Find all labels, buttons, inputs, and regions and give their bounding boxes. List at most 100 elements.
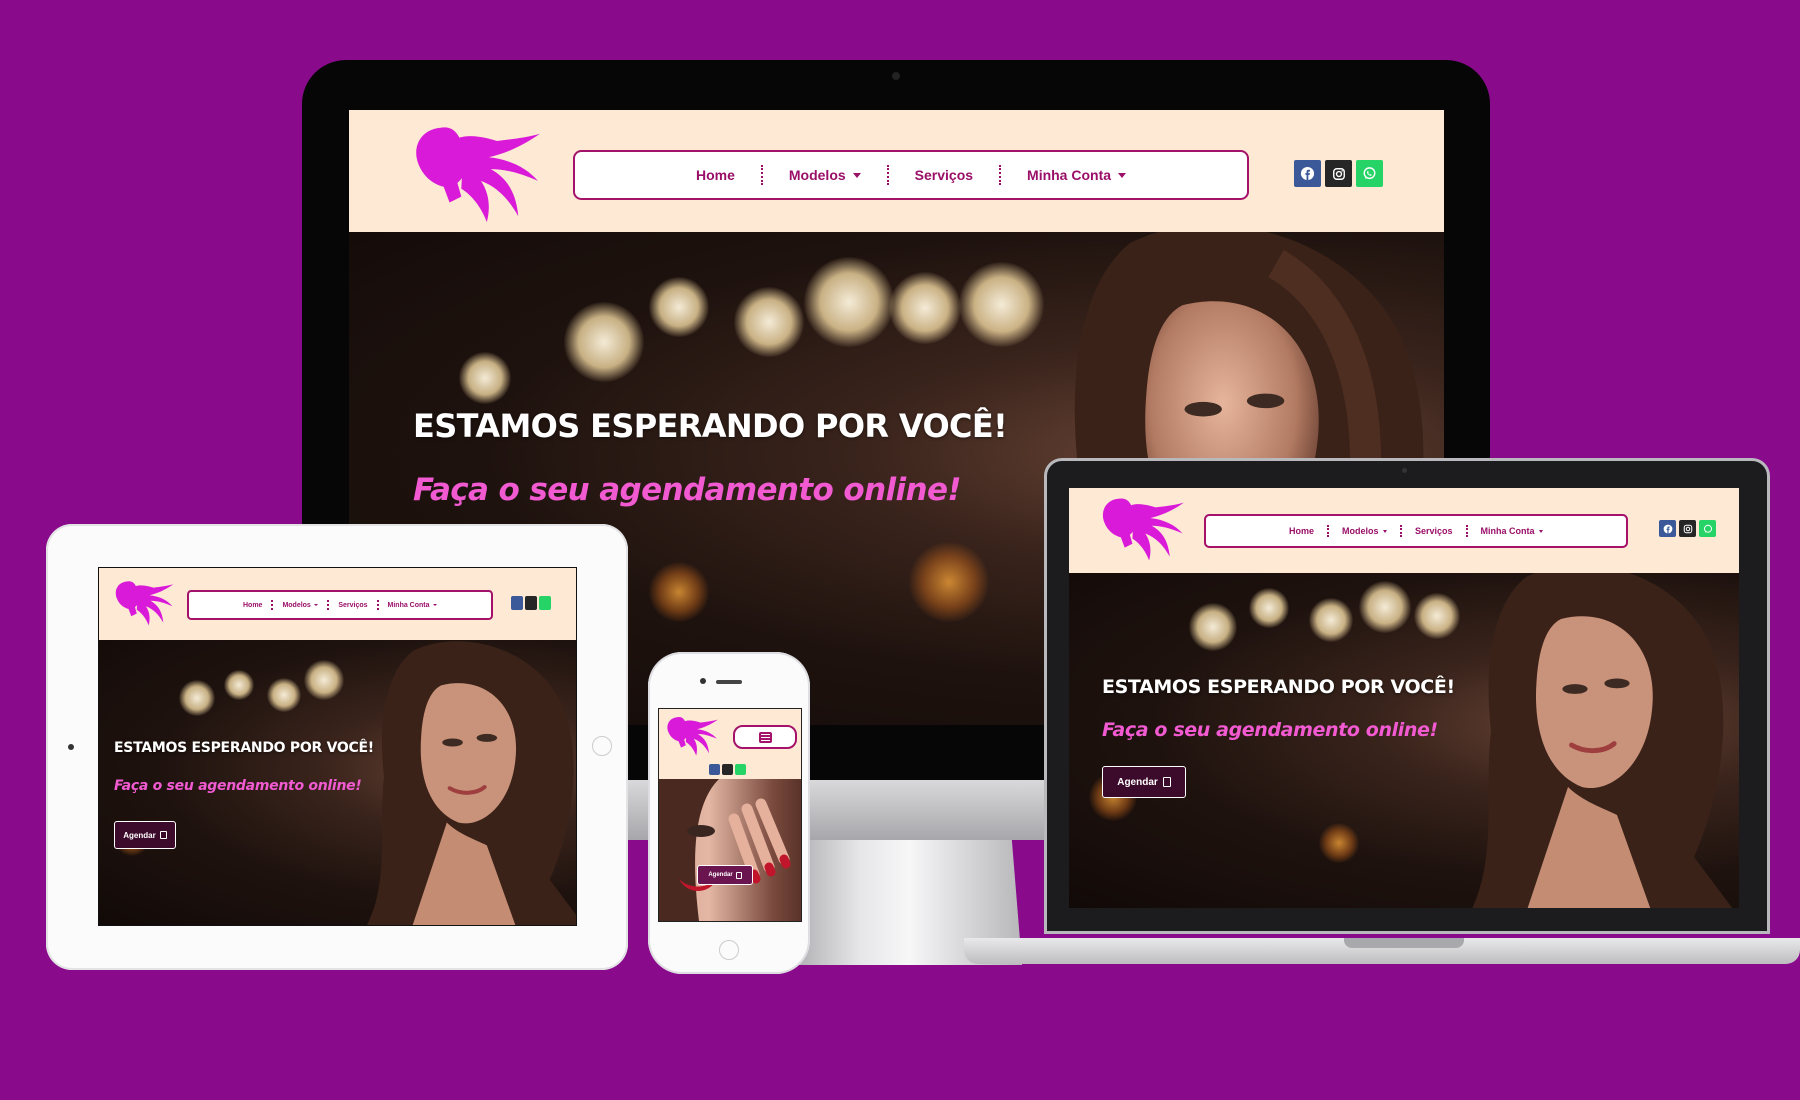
agendar-button[interactable]: Agendar (697, 865, 753, 885)
instagram-icon[interactable] (525, 596, 537, 610)
nav-minha-conta[interactable]: Minha Conta (1468, 526, 1557, 536)
bokeh-light (649, 277, 709, 337)
model-portrait-image (659, 779, 791, 921)
hero-banner: ESTAMOS ESPERANDO POR VOCÊ! Faça o seu a… (1069, 573, 1739, 908)
nav-servicos[interactable]: Serviços (329, 602, 376, 609)
phone: Agendar (648, 652, 810, 974)
logo-woman-silhouette-icon (1102, 498, 1184, 561)
bokeh-light (1359, 581, 1411, 633)
nav-servicos-label: Serviços (1415, 526, 1453, 536)
nav-home[interactable]: Home (1276, 526, 1327, 536)
nav-home-label: Home (695, 167, 735, 183)
social-links (1294, 160, 1383, 187)
logo-woman-silhouette-icon (115, 581, 174, 626)
nav-home[interactable]: Home (670, 167, 761, 183)
hero-subtitle: Faça o seu agendamento online! (1102, 719, 1438, 741)
laptop-screen: Home Modelos Serviços Minha Conta ESTAMO… (1069, 488, 1739, 908)
main-nav: Home Modelos Serviços Minha Conta (1204, 514, 1628, 548)
bokeh-light (1189, 603, 1237, 651)
social-links (511, 596, 551, 610)
hero-subtitle: Faça o seu agendamento online! (114, 778, 362, 794)
bokeh-light (1309, 598, 1353, 642)
agendar-button[interactable]: Agendar (1102, 766, 1186, 798)
website-tablet: Home Modelos Serviços Minha Conta ESTAMO… (99, 568, 576, 925)
bokeh-light (1249, 588, 1289, 628)
hero-subtitle: Faça o seu agendamento online! (413, 472, 962, 508)
nav-servicos[interactable]: Serviços (889, 167, 999, 183)
bokeh-light (224, 670, 254, 700)
site-header (659, 709, 801, 761)
nav-minha-conta[interactable]: Minha Conta (1001, 167, 1152, 183)
tablet-home-button[interactable] (592, 736, 612, 756)
facebook-icon[interactable] (1294, 160, 1321, 187)
logo-woman-silhouette-icon (416, 127, 540, 223)
chevron-down-icon (852, 172, 861, 178)
document-icon (1162, 777, 1171, 787)
bokeh-light (564, 302, 644, 382)
bokeh-light (304, 660, 344, 700)
laptop-hinge-notch (1344, 938, 1464, 948)
model-portrait-image (367, 641, 576, 925)
instagram-icon[interactable] (722, 764, 733, 775)
hero-title: ESTAMOS ESPERANDO POR VOCÊ! (114, 740, 374, 756)
chevron-down-icon (1383, 529, 1387, 533)
agendar-button-label: Agendar (708, 872, 733, 878)
tablet-screen: Home Modelos Serviços Minha Conta ESTAMO… (98, 567, 577, 926)
site-header: Home Modelos Serviços Minha Conta (349, 110, 1444, 232)
laptop: Home Modelos Serviços Minha Conta ESTAMO… (964, 458, 1800, 978)
phone-home-button[interactable] (719, 940, 739, 960)
hero-title: ESTAMOS ESPERANDO POR VOCÊ! (413, 407, 1008, 445)
monitor-camera (892, 72, 900, 80)
mobile-social-bar (659, 761, 801, 779)
agendar-button-label: Agendar (1117, 776, 1158, 788)
model-portrait-image (1472, 573, 1733, 908)
social-links (709, 764, 746, 775)
instagram-icon[interactable] (1325, 160, 1352, 187)
bokeh-light (267, 678, 301, 712)
nav-modelos-label: Modelos (1341, 526, 1379, 536)
whatsapp-icon[interactable] (1356, 160, 1383, 187)
whatsapp-icon[interactable] (1699, 520, 1716, 537)
hero-banner: ESTAMOS ESPERANDO POR VOCÊ! Faça o seu a… (99, 640, 576, 925)
chevron-down-icon (314, 604, 319, 606)
nav-minha-conta[interactable]: Minha Conta (379, 602, 447, 609)
nav-modelos-label: Modelos (282, 601, 311, 609)
nav-minha-conta-label: Minha Conta (1480, 526, 1535, 536)
bokeh-light (459, 352, 511, 404)
facebook-icon[interactable] (709, 764, 720, 775)
nav-servicos[interactable]: Serviços (1402, 526, 1466, 536)
nav-servicos-label: Serviços (914, 167, 974, 183)
hamburger-icon[interactable] (758, 731, 772, 743)
main-nav: Home Modelos Serviços Minha Conta (573, 150, 1249, 200)
bokeh-light (179, 680, 215, 716)
facebook-icon[interactable] (511, 596, 523, 610)
website-laptop: Home Modelos Serviços Minha Conta ESTAMO… (1069, 488, 1739, 908)
tablet-camera (68, 744, 74, 750)
whatsapp-icon[interactable] (539, 596, 551, 610)
laptop-camera (1402, 468, 1407, 473)
website-phone: Agendar (659, 709, 801, 921)
agendar-button[interactable]: Agendar (114, 821, 176, 849)
nav-modelos[interactable]: Modelos (1329, 526, 1400, 536)
site-header: Home Modelos Serviços Minha Conta (1069, 488, 1739, 573)
document-icon (735, 871, 742, 879)
whatsapp-icon[interactable] (735, 764, 746, 775)
chevron-down-icon (1118, 172, 1127, 178)
nav-modelos[interactable]: Modelos (763, 167, 887, 183)
hero-banner: Agendar (659, 779, 801, 921)
facebook-icon[interactable] (1659, 520, 1676, 537)
nav-servicos-label: Serviços (338, 601, 368, 609)
nav-modelos-label: Modelos (788, 167, 846, 183)
phone-camera (700, 678, 706, 684)
agendar-button-label: Agendar (123, 830, 156, 840)
bokeh-light (889, 272, 961, 344)
bokeh-light (734, 287, 804, 357)
nav-minha-conta-label: Minha Conta (1027, 167, 1112, 183)
chevron-down-icon (1539, 529, 1544, 533)
nav-modelos[interactable]: Modelos (273, 602, 327, 609)
phone-screen: Agendar (658, 708, 802, 922)
bokeh-light (909, 542, 989, 622)
phone-speaker (716, 680, 742, 684)
nav-home[interactable]: Home (234, 602, 271, 609)
instagram-icon[interactable] (1679, 520, 1696, 537)
